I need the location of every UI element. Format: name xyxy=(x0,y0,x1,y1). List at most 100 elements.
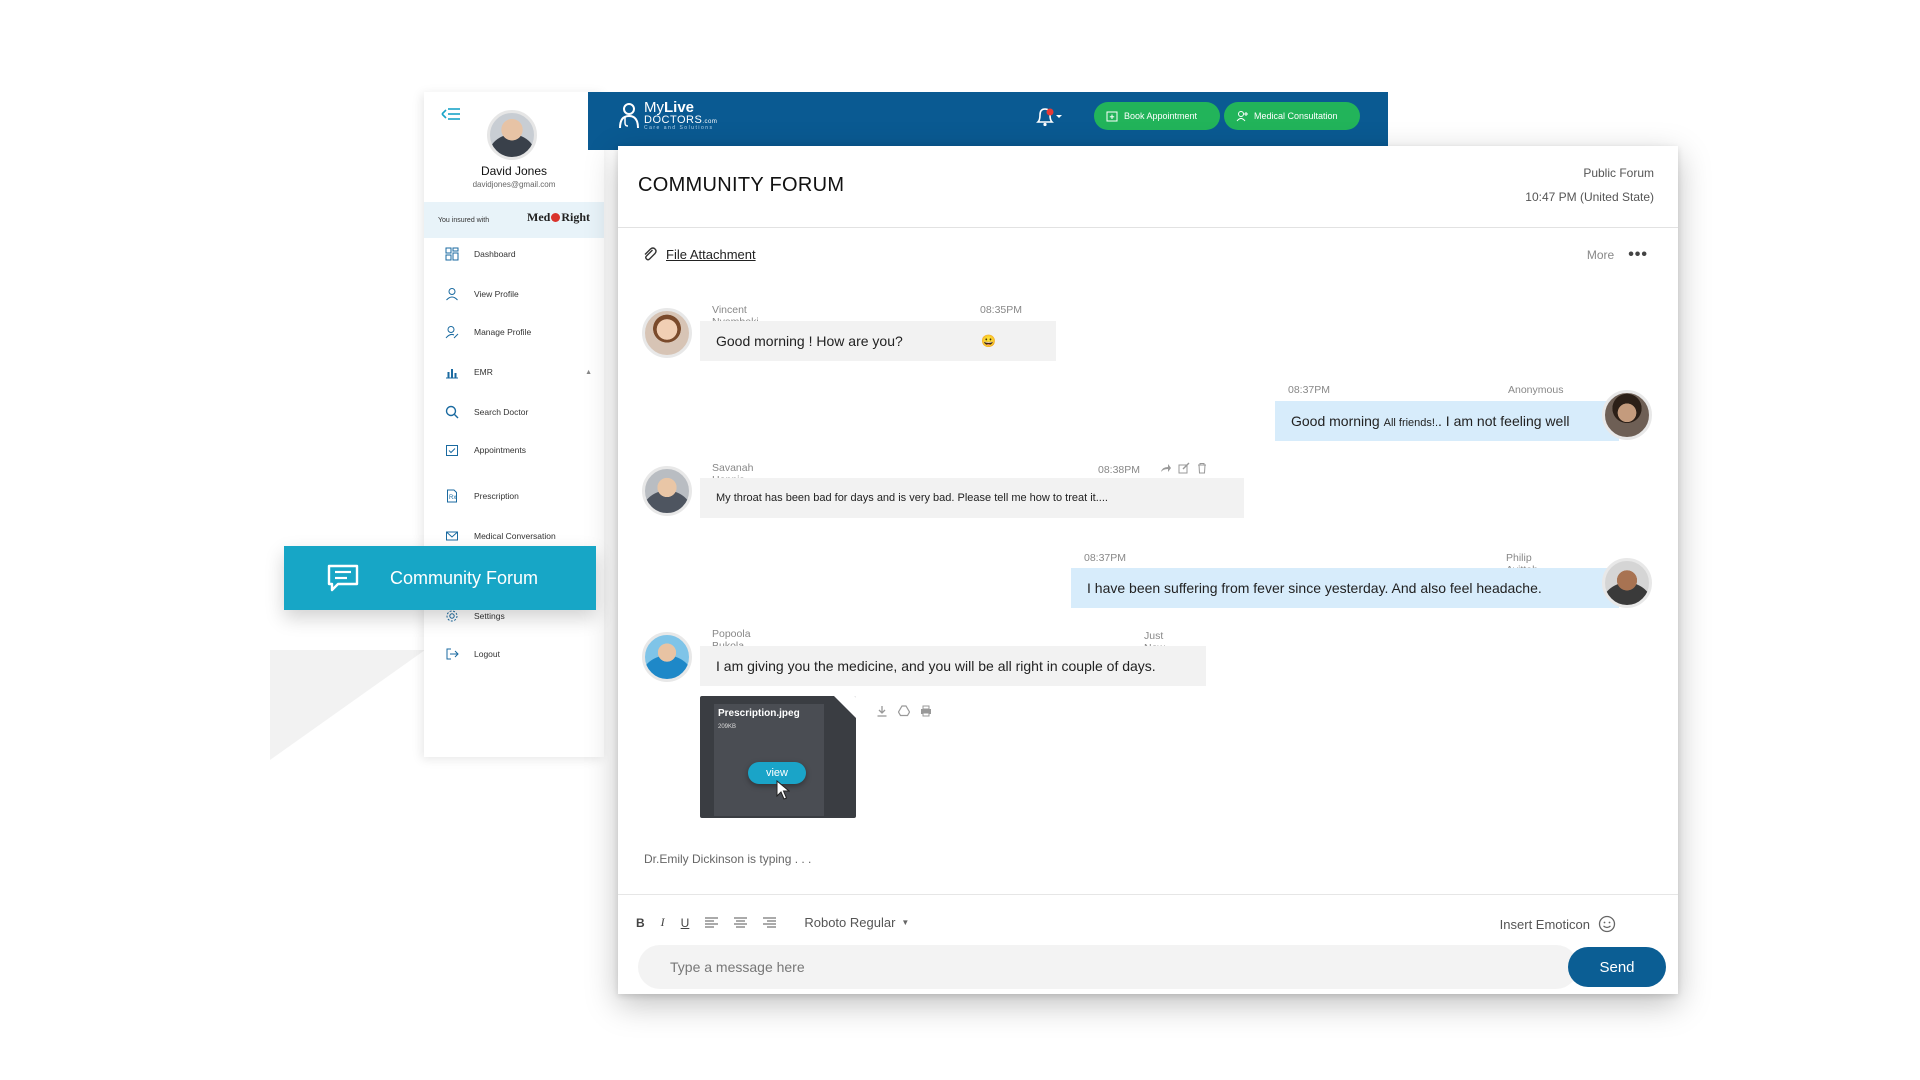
attachment-preview[interactable]: Prescription.jpeg 209KB view xyxy=(700,696,856,818)
message-input[interactable] xyxy=(638,945,1578,989)
sidebar-item-label: Prescription xyxy=(474,491,519,501)
sidebar-item-label: EMR xyxy=(474,367,493,377)
message-bubble: I am giving you the medicine, and you wi… xyxy=(700,646,1206,686)
sidebar-item-label: Manage Profile xyxy=(474,327,532,337)
sidebar-item-community-forum[interactable]: Community Forum xyxy=(284,546,596,610)
file-attachment-link[interactable]: File Attachment xyxy=(642,246,756,262)
medical-consultation-button[interactable]: Medical Consultation xyxy=(1224,102,1360,130)
align-center-icon[interactable] xyxy=(734,917,748,928)
font-family-select[interactable]: Roboto Regular ▼ xyxy=(804,915,909,930)
page-fold-corner xyxy=(834,696,856,718)
avatar[interactable] xyxy=(642,308,692,358)
sidebar: David Jones davidjones@gmail.com You ins… xyxy=(424,92,604,757)
medright-logo: Med Right xyxy=(527,210,590,224)
book-appointment-button[interactable]: Book Appointment xyxy=(1094,102,1220,130)
print-icon[interactable] xyxy=(920,704,932,717)
formatting-toolbar: B I U Roboto Regular ▼ xyxy=(636,915,909,930)
smile-emoji-icon: 😀 xyxy=(981,334,996,348)
more-menu[interactable]: More ••• xyxy=(1587,246,1648,264)
brand-tagline: Care and Solutions xyxy=(644,125,714,131)
sidebar-item-label: View Profile xyxy=(474,289,519,299)
prescription-thumbnail xyxy=(714,704,824,816)
decorative-shadow-wedge xyxy=(270,650,425,760)
insert-emoticon-label: Insert Emoticon xyxy=(1499,916,1590,932)
notification-bell-icon[interactable] xyxy=(1034,106,1064,128)
attachment-file-name: Prescription.jpeg xyxy=(718,708,800,719)
more-dots-icon[interactable]: ••• xyxy=(1628,246,1648,264)
sidebar-item-emr[interactable]: EMR ▲ xyxy=(424,360,604,384)
medical-consultation-label: Medical Consultation xyxy=(1254,111,1338,121)
user-edit-icon xyxy=(444,324,460,340)
sidebar-item-label: Search Doctor xyxy=(474,407,529,417)
align-right-icon[interactable] xyxy=(763,917,777,928)
user-avatar[interactable] xyxy=(487,110,537,160)
mail-icon xyxy=(444,528,460,544)
menu-collapse-icon[interactable] xyxy=(440,106,462,122)
message-text: I have been suffering from fever since y… xyxy=(1087,580,1542,596)
calendar-plus-icon xyxy=(1106,110,1118,122)
chat-icon xyxy=(326,563,360,593)
attachment-actions xyxy=(876,704,932,717)
message-bubble: My throat has been bad for days and is v… xyxy=(700,478,1244,518)
insurance-label: You insured with xyxy=(438,216,490,224)
sidebar-item-appointments[interactable]: Appointments xyxy=(424,438,604,462)
file-attachment-label: File Attachment xyxy=(666,246,756,262)
message-actions xyxy=(1160,462,1208,474)
mouse-pointer-icon xyxy=(776,779,791,800)
avatar[interactable] xyxy=(642,632,692,682)
caret-down-icon: ▼ xyxy=(901,918,910,927)
message-time: 08:35PM xyxy=(980,304,1023,316)
chevron-up-icon[interactable]: ▲ xyxy=(585,369,592,376)
logout-icon xyxy=(444,646,460,662)
message-composer: B I U Roboto Regular ▼ Insert Emoticon S… xyxy=(618,894,1678,994)
forward-icon[interactable] xyxy=(1160,462,1172,474)
brand-logo[interactable]: MyLive DOCTORS.com Care and Solutions xyxy=(618,100,717,131)
insurance-banner: You insured with Med Right xyxy=(424,202,604,238)
underline-button[interactable]: U xyxy=(681,916,690,930)
top-header: MyLive DOCTORS.com Care and Solutions Bo… xyxy=(588,92,1388,150)
prescription-icon: Rx xyxy=(444,488,460,504)
medright-logo-dot xyxy=(551,213,561,222)
sidebar-item-search-doctor[interactable]: Search Doctor xyxy=(424,400,604,424)
italic-button[interactable]: I xyxy=(661,915,665,930)
forum-header: COMMUNITY FORUM Public Forum 10:47 PM (U… xyxy=(618,146,1678,228)
message-bubble: I have been suffering from fever since y… xyxy=(1071,568,1619,608)
sidebar-item-label: Logout xyxy=(474,649,500,659)
message-text: Good morning All friends!.. I am not fee… xyxy=(1291,413,1570,429)
bar-chart-icon xyxy=(444,364,460,380)
avatar[interactable] xyxy=(1602,390,1652,440)
sidebar-item-dashboard[interactable]: Dashboard xyxy=(424,242,604,266)
sidebar-item-view-profile[interactable]: View Profile xyxy=(424,282,604,306)
bold-button[interactable]: B xyxy=(636,916,645,930)
message-bubble: Good morning All friends!.. I am not fee… xyxy=(1275,401,1619,441)
message-bubble: Good morning ! How are you? 😀 xyxy=(700,321,1056,361)
sidebar-item-medical-conversation[interactable]: Medical Conversation xyxy=(424,524,604,548)
community-forum-panel: COMMUNITY FORUM Public Forum 10:47 PM (U… xyxy=(618,146,1678,994)
doctor-logo-icon xyxy=(618,102,640,129)
message-text: Good morning ! How are you? xyxy=(716,333,903,349)
forum-time: 10:47 PM (United State) xyxy=(1525,190,1654,204)
download-icon[interactable] xyxy=(876,704,888,717)
sidebar-item-label: Community Forum xyxy=(390,567,539,588)
avatar[interactable] xyxy=(642,466,692,516)
insert-emoticon-button[interactable]: Insert Emoticon xyxy=(1500,915,1616,933)
paperclip-icon xyxy=(642,246,658,262)
user-icon xyxy=(444,286,460,302)
sidebar-item-manage-profile[interactable]: Manage Profile xyxy=(424,320,604,344)
calendar-check-icon xyxy=(444,442,460,458)
avatar[interactable] xyxy=(1602,558,1652,608)
page-title: COMMUNITY FORUM xyxy=(638,174,845,196)
sidebar-item-prescription[interactable]: Rx Prescription xyxy=(424,484,604,508)
sidebar-item-logout[interactable]: Logout xyxy=(424,642,604,666)
align-left-icon[interactable] xyxy=(705,917,719,928)
sidebar-item-label: Dashboard xyxy=(474,249,516,259)
google-drive-icon[interactable] xyxy=(897,704,911,717)
svg-text:Rx: Rx xyxy=(449,495,456,501)
trash-icon[interactable] xyxy=(1196,462,1208,474)
gear-icon xyxy=(444,608,460,624)
forum-type: Public Forum xyxy=(1583,166,1654,180)
send-button[interactable]: Send xyxy=(1568,947,1666,987)
edit-icon[interactable] xyxy=(1178,462,1190,474)
typing-indicator: Dr.Emily Dickinson is typing . . . xyxy=(644,852,812,866)
user-name: David Jones xyxy=(480,164,548,178)
